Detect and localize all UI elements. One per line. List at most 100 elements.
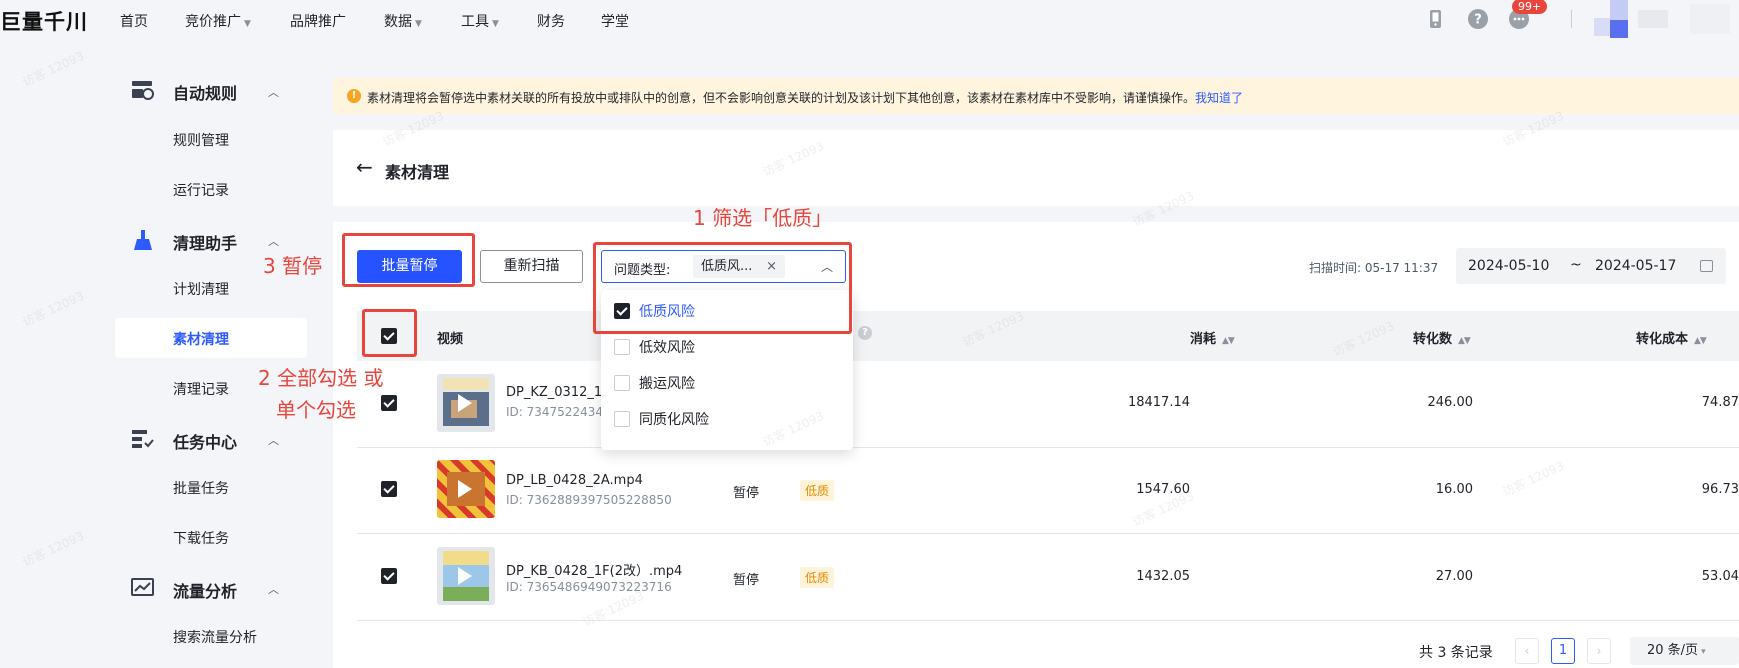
video-id: ID: 7365486949073223716 <box>506 580 672 594</box>
avatar[interactable] <box>1590 0 1739 38</box>
sort-icon[interactable]: ▲▼ <box>1694 336 1707 346</box>
sidebar-item-run-log[interactable]: 运行记录 <box>173 180 229 200</box>
chevron-up-icon[interactable]: ︿ <box>268 432 279 448</box>
row-checkbox[interactable] <box>381 568 397 584</box>
sidebar-item-batch-tasks[interactable]: 批量任务 <box>173 478 229 498</box>
row-checkbox[interactable] <box>381 395 397 411</box>
cell-status: 暂停 <box>733 486 760 501</box>
cell-cpa: 74.87 <box>1701 395 1739 410</box>
nav-finance[interactable]: 财务 <box>537 11 565 31</box>
banner-ack-link[interactable]: 我知道了 <box>1195 91 1243 105</box>
caret-down-icon: ▼ <box>244 19 251 29</box>
video-thumbnail[interactable] <box>437 374 495 432</box>
play-icon <box>458 567 472 585</box>
play-icon <box>458 394 472 412</box>
column-conversions[interactable]: 转化数 ▲▼ <box>1413 328 1471 347</box>
option-checkbox[interactable] <box>614 411 630 427</box>
nav-tools[interactable]: 工具 ▼ <box>461 11 499 31</box>
issue-tag: 低质 <box>800 480 835 501</box>
date-range-picker[interactable]: 2024-05-10 ~ 2024-05-17 <box>1456 248 1726 284</box>
next-page-button[interactable]: › <box>1587 638 1611 664</box>
scan-time: 扫描时间: 05-17 11:37 <box>1309 261 1439 275</box>
nav-divider <box>1571 10 1572 28</box>
rescan-button[interactable]: 重新扫描 <box>480 250 583 283</box>
cell-status: 暂停 <box>733 573 760 588</box>
sidebar-group-task-center[interactable]: 任务中心 <box>173 429 237 453</box>
calendar-icon[interactable] <box>1700 260 1713 272</box>
banner-text: 素材清理将会暂停选中素材关联的所有投放中或排队中的创意，但不会影响创意关联的计划… <box>367 91 1244 105</box>
annotation-step2-line1: 2 全部勾选 或 <box>258 366 384 390</box>
cell-cpa: 53.04 <box>1701 569 1739 584</box>
chevron-down-icon: ▾ <box>1701 647 1706 657</box>
row-divider <box>357 533 1739 534</box>
cell-conversions: 27.00 <box>1435 569 1473 584</box>
pagination-total: 共 3 条记录 <box>1419 645 1493 661</box>
chevron-up-icon[interactable]: ︿ <box>268 84 279 100</box>
nav-academy[interactable]: 学堂 <box>601 11 629 31</box>
back-arrow-icon[interactable]: ← <box>356 155 373 179</box>
chevron-up-icon[interactable]: ︿ <box>268 233 279 249</box>
annotation-box-filter <box>593 242 852 334</box>
task-icon <box>132 430 154 448</box>
issue-tag: 低质 <box>800 567 835 588</box>
date-start[interactable]: 2024-05-10 <box>1468 258 1549 274</box>
cell-cost: 18417.14 <box>1127 395 1190 410</box>
date-end[interactable]: 2024-05-17 <box>1595 258 1676 274</box>
nav-bidding-ads[interactable]: 竞价推广 ▼ <box>185 11 251 31</box>
cell-cost: 1432.05 <box>1136 569 1190 584</box>
page-1-button[interactable]: 1 <box>1551 638 1575 664</box>
sort-icon[interactable]: ▲▼ <box>1222 336 1235 346</box>
svg-text:?: ? <box>1474 13 1482 28</box>
nav-brand-ads[interactable]: 品牌推广 <box>290 11 346 31</box>
page-title: 素材清理 <box>385 163 450 182</box>
cell-conversions: 16.00 <box>1435 482 1473 497</box>
annotation-box-pause <box>342 233 475 287</box>
app-logo[interactable]: 巨量千川 <box>0 6 88 36</box>
play-icon <box>458 480 472 498</box>
video-thumbnail[interactable] <box>437 547 495 605</box>
video-thumbnail[interactable] <box>437 460 495 518</box>
cell-cost: 1547.60 <box>1136 482 1190 497</box>
sidebar-item-material-cleanup[interactable]: 素材清理 <box>173 329 229 349</box>
sidebar-item-rule-management[interactable]: 规则管理 <box>173 130 229 150</box>
option-checkbox[interactable] <box>614 375 630 391</box>
sidebar-item-plan-cleanup[interactable]: 计划清理 <box>173 279 229 299</box>
help-icon[interactable]: ? <box>858 326 872 340</box>
message-badge: 99+ <box>1512 0 1548 14</box>
annotation-step1: 1 筛选「低质」 <box>693 206 833 230</box>
row-divider <box>357 447 1739 448</box>
page-size-select[interactable]: 20 条/页 ▾ <box>1630 637 1739 665</box>
column-cost[interactable]: 消耗 ▲▼ <box>1190 328 1235 347</box>
broom-icon <box>134 230 152 250</box>
nav-home[interactable]: 首页 <box>120 11 148 31</box>
help-icon[interactable]: ? <box>1467 8 1489 30</box>
phone-icon[interactable] <box>1424 8 1446 30</box>
video-id: ID: 7347522434 <box>506 405 603 419</box>
caret-down-icon: ▼ <box>492 19 499 29</box>
cell-conversions: 246.00 <box>1427 395 1474 410</box>
nav-data[interactable]: 数据 ▼ <box>384 11 422 31</box>
rule-icon <box>132 81 154 100</box>
sidebar-item-download-tasks[interactable]: 下载任务 <box>173 528 229 548</box>
table-header: 视频 消耗 ▲▼ 转化数 ▲▼ 转化成本 ▲▼ <box>357 311 1739 361</box>
sidebar-group-cleanup[interactable]: 清理助手 <box>173 230 237 254</box>
column-video: 视频 <box>437 332 464 347</box>
option-low-efficiency[interactable]: 低效风险 <box>639 337 695 357</box>
option-copy-risk[interactable]: 搬运风险 <box>639 373 695 393</box>
video-name: DP_LB_0428_2A.mp4 <box>506 473 643 488</box>
sidebar-group-auto-rules[interactable]: 自动规则 <box>173 80 237 104</box>
top-nav: 巨量千川 首页 竞价推广 ▼ 品牌推广 数据 ▼ 工具 ▼ 财务 学堂 ? 99+ <box>0 0 1739 40</box>
warning-icon: ! <box>347 89 361 103</box>
video-name: DP_KB_0428_1F(2改）.mp4 <box>506 564 683 579</box>
row-divider <box>357 620 1739 621</box>
sort-icon[interactable]: ▲▼ <box>1458 336 1471 346</box>
chevron-up-icon[interactable]: ︿ <box>268 581 279 597</box>
prev-page-button[interactable]: ‹ <box>1515 638 1539 664</box>
sidebar-item-cleanup-log[interactable]: 清理记录 <box>173 379 229 399</box>
option-checkbox[interactable] <box>614 339 630 355</box>
sidebar-item-search-traffic[interactable]: 搜索流量分析 <box>173 627 257 647</box>
row-checkbox[interactable] <box>381 481 397 497</box>
option-homogeneity[interactable]: 同质化风险 <box>639 409 709 429</box>
column-cpa[interactable]: 转化成本 ▲▼ <box>1636 328 1707 347</box>
sidebar-group-traffic-analysis[interactable]: 流量分析 <box>173 578 237 602</box>
